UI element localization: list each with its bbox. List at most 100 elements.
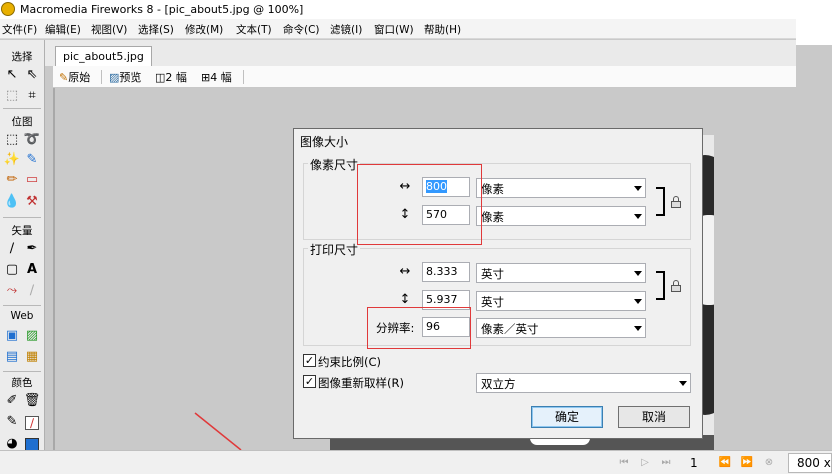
print-link-bracket: [656, 271, 665, 300]
next-frame-button[interactable]: ⏩: [740, 456, 754, 470]
height-arrows-icon: ↕: [399, 207, 411, 222]
resample-image-label: 图像重新取样(R): [318, 376, 404, 390]
crop-tool[interactable]: ⌗: [23, 87, 41, 105]
constrain-proportions-checkbox[interactable]: ✓: [303, 354, 316, 367]
chevron-down-icon: [679, 381, 687, 386]
lock-icon: [671, 196, 681, 208]
marquee-tool[interactable]: ⬚: [3, 131, 21, 149]
menu-edit[interactable]: 编辑(E): [43, 21, 83, 37]
toolbar-divider: [101, 70, 102, 84]
rubber-stamp-tool[interactable]: ⚒: [23, 193, 41, 211]
view-4up-button[interactable]: ⊞4 幅: [201, 69, 232, 85]
pen-tool[interactable]: ✒: [23, 240, 41, 258]
slice-tool[interactable]: ▨: [23, 327, 41, 345]
chevron-down-icon: [634, 299, 642, 304]
hotspot-tool[interactable]: ▣: [3, 327, 21, 345]
status-bar: ⏮ ▷ ⏭ 1 ⏪ ⏩ ⊗ 800 x: [0, 450, 832, 474]
resample-method-value: 双立方: [481, 377, 516, 391]
scale-tool[interactable]: ⬚: [3, 87, 21, 105]
subselection-tool[interactable]: ⇖: [23, 66, 41, 84]
view-original-button[interactable]: ✎原始: [59, 69, 90, 85]
rectangle-tool[interactable]: ▢: [3, 261, 21, 279]
view-preview-button[interactable]: ▨预览: [109, 69, 141, 85]
tools-divider: [3, 305, 41, 306]
paint-bucket-icon: 🗑: [23, 393, 41, 408]
resolution-input[interactable]: 96: [422, 317, 470, 337]
eyedropper-tool[interactable]: ✐: [3, 392, 21, 410]
knife-tool[interactable]: ∕: [23, 282, 41, 300]
menu-text[interactable]: 文本(T): [234, 21, 274, 37]
menu-commands[interactable]: 命令(C): [281, 21, 322, 37]
cancel-button[interactable]: 取消: [618, 406, 690, 428]
menu-help[interactable]: 帮助(H): [422, 21, 463, 37]
subselection-arrow-icon: ⇖: [26, 67, 38, 82]
resolution-unit-select[interactable]: 像素／英寸: [476, 318, 646, 338]
menu-bar: 文件(F) 编辑(E) 视图(V) 选择(S) 修改(M) 文本(T) 命令(C…: [0, 19, 796, 39]
pixel-width-unit-value: 像素: [481, 182, 504, 196]
print-width-input[interactable]: 8.333: [422, 262, 470, 282]
print-width-unit-value: 英寸: [481, 267, 504, 281]
lock-icon: [671, 280, 681, 292]
eraser-tool[interactable]: ▭: [23, 171, 41, 189]
text-tool[interactable]: A: [23, 261, 41, 279]
resample-image-checkbox[interactable]: ✓: [303, 375, 316, 388]
freeform-tool[interactable]: ⤳: [3, 282, 21, 300]
pen-nib-icon: ✒: [26, 241, 38, 256]
knife-icon: ∕: [29, 283, 35, 298]
pixel-height-unit-value: 像素: [481, 210, 504, 224]
pointer-tool[interactable]: ↖: [3, 66, 21, 84]
paint-bucket-tool[interactable]: 🗑: [23, 392, 41, 410]
menu-view[interactable]: 视图(V): [89, 21, 129, 37]
menu-file[interactable]: 文件(F): [0, 21, 39, 37]
brush-tool[interactable]: ✎: [23, 151, 41, 169]
canvas-edge: [53, 88, 55, 450]
show-slices-button[interactable]: ▦: [23, 348, 41, 366]
view-2up-button[interactable]: ◫2 幅: [155, 69, 187, 85]
ok-button[interactable]: 确定: [531, 406, 603, 428]
rounded-rectangle-icon: ▢: [5, 262, 19, 277]
blur-tool[interactable]: 💧: [3, 193, 21, 211]
pixel-width-input[interactable]: 800: [422, 177, 470, 197]
menu-window[interactable]: 窗口(W): [372, 21, 416, 37]
menu-modify[interactable]: 修改(M): [183, 21, 225, 37]
image-size-dialog: 图像大小 像素尺寸 ↔ 800 像素 ↕ 570 像素 打印尺寸 ↔ 8.333…: [293, 128, 703, 439]
magic-wand-tool[interactable]: ✨: [3, 151, 21, 169]
print-width-arrows-icon: ↔: [399, 264, 411, 279]
image-size-readout: 800 x: [788, 453, 832, 473]
previous-frame-button[interactable]: ⏪: [718, 456, 732, 470]
pixel-width-unit-select[interactable]: 像素: [476, 178, 646, 198]
last-frame-button[interactable]: ⏭: [659, 456, 673, 470]
tools-section-select: 选择: [11, 51, 33, 63]
pixel-height-input[interactable]: 570: [422, 205, 470, 225]
freeform-icon: ⤳: [6, 283, 18, 298]
tools-section-vector: 矢量: [11, 225, 33, 237]
view-original-label: 原始: [68, 71, 91, 84]
eyedropper-icon: ✐: [6, 393, 18, 408]
lasso-tool[interactable]: ➰: [23, 131, 41, 149]
menu-filters[interactable]: 滤镜(I): [328, 21, 364, 37]
hide-slices-button[interactable]: ▤: [3, 348, 21, 366]
tools-divider: [3, 108, 41, 109]
print-width-unit-select[interactable]: 英寸: [476, 263, 646, 283]
line-tool[interactable]: ∕: [3, 240, 21, 258]
text-a-icon: A: [26, 262, 38, 277]
first-frame-button[interactable]: ⏮: [617, 456, 631, 470]
line-icon: ∕: [9, 241, 15, 256]
pixel-height-unit-select[interactable]: 像素: [476, 206, 646, 226]
width-arrows-icon: ↔: [399, 179, 411, 194]
print-height-input[interactable]: 5.937: [422, 290, 470, 310]
magic-wand-icon: ✨: [3, 152, 21, 167]
play-button[interactable]: ▷: [638, 456, 652, 470]
hide-slices-icon: ▤: [5, 349, 19, 364]
document-tab[interactable]: pic_about5.jpg: [55, 46, 152, 66]
stop-button[interactable]: ⊗: [762, 456, 776, 470]
chevron-down-icon: [634, 326, 642, 331]
scale-icon: ⬚: [5, 88, 19, 103]
menu-select[interactable]: 选择(S): [136, 21, 176, 37]
stroke-color-swatch[interactable]: ∕: [23, 414, 41, 432]
tools-section-bitmap: 位图: [11, 116, 33, 128]
pencil-tool[interactable]: ✏: [3, 171, 21, 189]
print-height-unit-select[interactable]: 英寸: [476, 291, 646, 311]
pixel-dimensions-label: 像素尺寸: [308, 156, 361, 173]
resample-method-select[interactable]: 双立方: [476, 373, 691, 393]
